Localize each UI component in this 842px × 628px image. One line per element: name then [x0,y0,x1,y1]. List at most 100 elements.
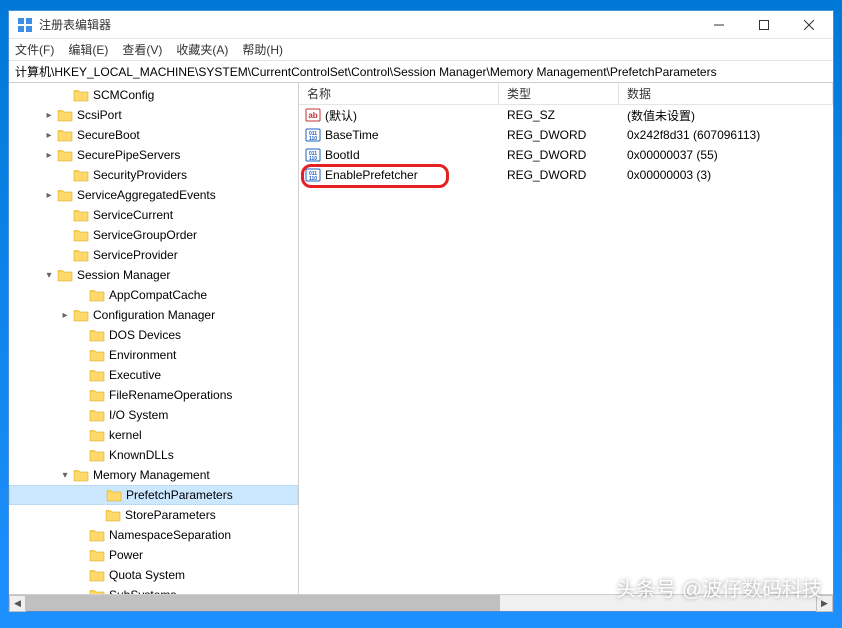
expander-icon[interactable]: ▸ [41,150,57,161]
menu-file[interactable]: 文件(F) [15,41,54,58]
tree-item[interactable]: KnownDLLs [9,445,298,465]
expander-icon[interactable]: ▸ [41,130,57,141]
tree-item-label: Power [109,548,143,562]
list-header: 名称 类型 数据 [299,83,833,105]
folder-icon [89,568,105,582]
value-data: 0x00000037 (55) [619,148,833,162]
folder-icon [89,288,105,302]
svg-text:ab: ab [308,111,317,120]
folder-icon [57,148,73,162]
minimize-button[interactable] [696,11,741,39]
tree-item-label: Quota System [109,568,185,582]
expander-icon[interactable]: ▸ [41,190,57,201]
expander-icon[interactable]: ▾ [41,270,57,281]
tree-item[interactable]: I/O System [9,405,298,425]
tree-item[interactable]: ▸Configuration Manager [9,305,298,325]
address-bar[interactable]: 计算机\HKEY_LOCAL_MACHINE\SYSTEM\CurrentCon… [9,61,833,83]
expander-icon[interactable]: ▸ [41,110,57,121]
value-row[interactable]: 011110BootIdREG_DWORD0x00000037 (55) [299,145,833,165]
tree-item[interactable]: ▸ SecureBoot [9,125,298,145]
tree-item-label: StoreParameters [125,508,216,522]
value-row[interactable]: 011110BaseTimeREG_DWORD0x242f8d31 (60709… [299,125,833,145]
tree-item-label: ServiceCurrent [93,208,173,222]
tree-item[interactable]: Power [9,545,298,565]
value-list: ab(默认)REG_SZ(数值未设置)011110BaseTimeREG_DWO… [299,105,833,185]
value-data: 0x242f8d31 (607096113) [619,128,833,142]
tree-item[interactable]: ▸ServiceAggregatedEvents [9,185,298,205]
tree-item-label: SecureBoot [77,128,140,142]
maximize-button[interactable] [741,11,786,39]
folder-icon [89,368,105,382]
window-buttons [696,11,831,39]
value-name: BaseTime [325,128,379,142]
value-name: (默认) [325,107,357,124]
close-button[interactable] [786,11,831,39]
tree-item[interactable]: ServiceProvider [9,245,298,265]
tree-item[interactable]: StoreParameters [9,505,298,525]
tree-item[interactable]: PrefetchParameters [9,485,298,505]
tree-item[interactable]: NamespaceSeparation [9,525,298,545]
tree-item[interactable]: FileRenameOperations [9,385,298,405]
menu-help[interactable]: 帮助(H) [242,41,283,58]
value-type: REG_DWORD [499,128,619,142]
tree-item[interactable]: SCMConfig [9,85,298,105]
folder-icon [89,428,105,442]
scroll-right-button[interactable]: ▶ [816,595,833,612]
value-row[interactable]: ab(默认)REG_SZ(数值未设置) [299,105,833,125]
window-title: 注册表编辑器 [39,16,696,33]
tree-item-label: SecurePipeServers [77,148,180,162]
column-header-name[interactable]: 名称 [299,83,499,104]
folder-icon [89,388,105,402]
registry-tree: SCMConfig▸ScsiPort▸SecureBoot▸SecurePipe… [9,83,298,594]
tree-item[interactable]: Executive [9,365,298,385]
scroll-left-button[interactable]: ◀ [9,595,26,612]
expander-icon[interactable]: ▸ [57,310,73,321]
menu-edit[interactable]: 编辑(E) [68,41,108,58]
tree-item[interactable]: SecurityProviders [9,165,298,185]
expander-icon[interactable]: ▾ [57,470,73,481]
tree-item-label: PrefetchParameters [126,488,233,502]
folder-icon [89,588,105,594]
folder-icon [73,248,89,262]
column-header-type[interactable]: 类型 [499,83,619,104]
tree-item-label: AppCompatCache [109,288,207,302]
value-name: EnablePrefetcher [325,168,418,182]
tree-item[interactable]: kernel [9,425,298,445]
binary-value-icon: 011110 [305,147,321,163]
folder-icon [73,308,89,322]
tree-item-label: DOS Devices [109,328,181,342]
tree-item[interactable]: Environment [9,345,298,365]
tree-item-label: ServiceGroupOrder [93,228,197,242]
tree-item-label: NamespaceSeparation [109,528,231,542]
value-name: BootId [325,148,360,162]
folder-icon [73,88,89,102]
svg-text:110: 110 [309,156,317,162]
tree-item-label: Session Manager [77,268,170,282]
tree-item[interactable]: ▸ScsiPort [9,105,298,125]
tree-item[interactable]: ServiceGroupOrder [9,225,298,245]
horizontal-scrollbar[interactable]: ◀ ▶ [9,594,833,611]
tree-item-label: KnownDLLs [109,448,174,462]
column-header-data[interactable]: 数据 [619,83,833,104]
folder-icon [57,188,73,202]
folder-icon [106,488,122,502]
tree-item[interactable]: DOS Devices [9,325,298,345]
tree-item[interactable]: SubSystems [9,585,298,594]
value-data: (数值未设置) [619,107,833,124]
tree-item[interactable]: ▾Memory Management [9,465,298,485]
tree-item[interactable]: ▸ SecurePipeServers [9,145,298,165]
tree-item[interactable]: AppCompatCache [9,285,298,305]
titlebar: 注册表编辑器 [9,11,833,39]
value-row[interactable]: 011110EnablePrefetcherREG_DWORD0x0000000… [299,165,833,185]
tree-item[interactable]: ServiceCurrent [9,205,298,225]
tree-item[interactable]: Quota System [9,565,298,585]
tree-item-label: ServiceProvider [93,248,178,262]
folder-icon [89,348,105,362]
menu-view[interactable]: 查看(V) [122,41,162,58]
tree-item[interactable]: ▾ Session Manager [9,265,298,285]
value-data: 0x00000003 (3) [619,168,833,182]
scroll-thumb[interactable] [26,595,500,611]
tree-scroll[interactable]: SCMConfig▸ScsiPort▸SecureBoot▸SecurePipe… [9,83,298,594]
scroll-track[interactable] [26,595,816,611]
menu-favorites[interactable]: 收藏夹(A) [176,41,228,58]
